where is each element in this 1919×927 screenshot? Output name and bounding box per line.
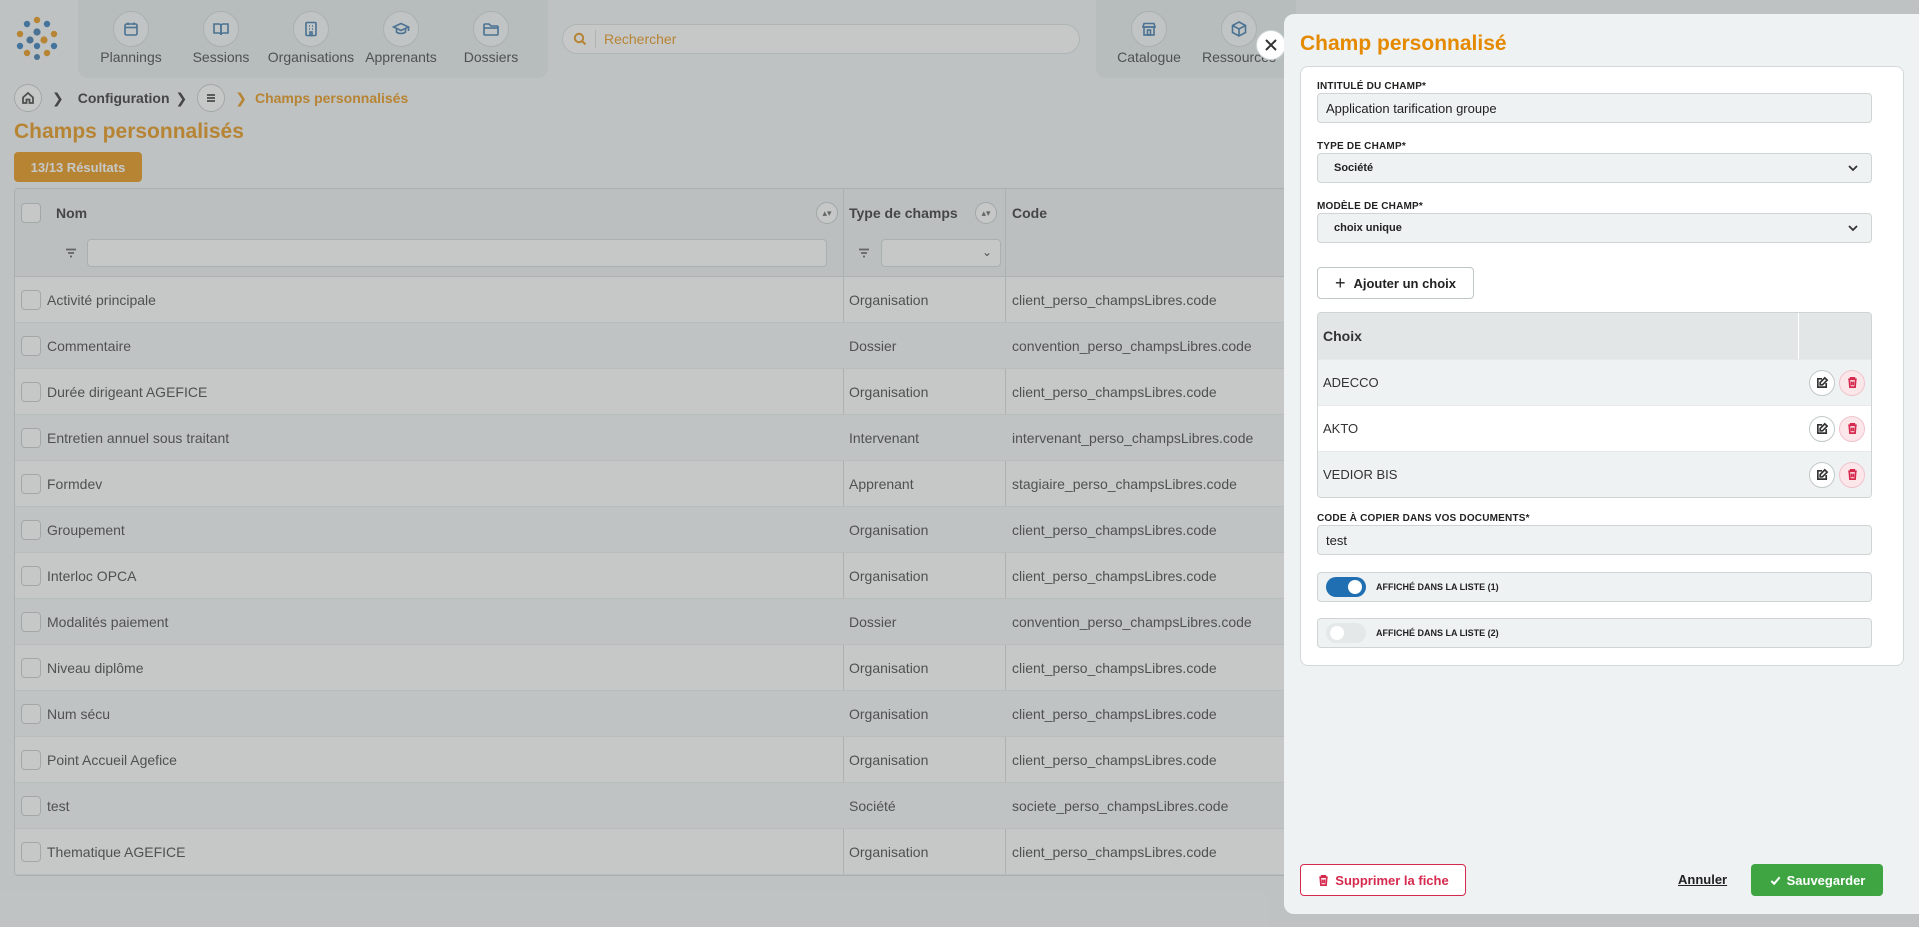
chevron-down-icon (1848, 225, 1858, 232)
delete-choice-button[interactable] (1839, 415, 1865, 442)
edit-icon (1816, 468, 1828, 480)
choice-row: VEDIOR BIS (1318, 451, 1871, 497)
type-select-value: Société (1334, 162, 1374, 174)
trash-icon (1847, 423, 1857, 434)
edit-choice-button[interactable] (1809, 369, 1835, 396)
custom-field-panel: Champ personnalisé INTITULÉ DU CHAMP* Ap… (1284, 14, 1919, 914)
plus-icon: + (1334, 272, 1346, 293)
modele-select[interactable]: choix unique (1317, 213, 1872, 243)
delete-choice-button[interactable] (1839, 369, 1865, 396)
edit-icon (1816, 422, 1828, 434)
edit-choice-button[interactable] (1809, 415, 1835, 442)
panel-title: Champ personnalisé (1300, 32, 1507, 55)
toggle-liste-2[interactable] (1326, 623, 1366, 643)
save-button[interactable]: Sauvegarder (1751, 864, 1883, 896)
modele-select-value: choix unique (1334, 222, 1402, 234)
trash-icon (1319, 874, 1328, 886)
intitule-label: INTITULÉ DU CHAMP* (1317, 81, 1427, 92)
toggle-liste-2-label: AFFICHÉ DANS LA LISTE (2) (1376, 628, 1499, 638)
add-choice-button[interactable]: + Ajouter un choix (1317, 267, 1474, 299)
toggle-row-liste-1: AFFICHÉ DANS LA LISTE (1) (1317, 572, 1872, 602)
choices-header: Choix (1318, 313, 1871, 359)
type-label: TYPE DE CHAMP* (1317, 141, 1406, 152)
trash-icon (1847, 377, 1857, 388)
edit-icon (1816, 376, 1828, 388)
choice-label: VEDIOR BIS (1323, 467, 1398, 482)
edit-choice-button[interactable] (1809, 461, 1835, 488)
chevron-down-icon (1848, 165, 1858, 172)
type-select[interactable]: Société (1317, 153, 1872, 183)
code-input[interactable]: test (1317, 525, 1872, 555)
add-choice-label: Ajouter un choix (1353, 275, 1457, 291)
toggle-row-liste-2: AFFICHÉ DANS LA LISTE (2) (1317, 618, 1872, 648)
panel-footer: Supprimer la fiche Annuler Sauvegarder (1284, 864, 1919, 904)
modele-label: MODÈLE DE CHAMP* (1317, 201, 1423, 212)
close-icon (1265, 39, 1277, 51)
choice-row: AKTO (1318, 405, 1871, 451)
cancel-link[interactable]: Annuler (1678, 872, 1727, 887)
toggle-liste-1[interactable] (1326, 577, 1366, 597)
choice-row: ADECCO (1318, 359, 1871, 405)
close-panel-button[interactable] (1256, 30, 1286, 60)
choices-table: Choix ADECCO AKTO VEDIOR BIS (1317, 312, 1872, 498)
check-icon (1770, 876, 1781, 885)
delete-choice-button[interactable] (1839, 461, 1865, 488)
choice-label: ADECCO (1323, 375, 1379, 390)
intitule-input[interactable]: Application tarification groupe (1317, 93, 1872, 123)
trash-icon (1847, 469, 1857, 480)
toggle-liste-1-label: AFFICHÉ DANS LA LISTE (1) (1376, 582, 1499, 592)
delete-record-button[interactable]: Supprimer la fiche (1300, 864, 1466, 896)
choice-label: AKTO (1323, 421, 1359, 436)
code-label: CODE À COPIER DANS VOS DOCUMENTS* (1317, 513, 1530, 524)
field-form-card: INTITULÉ DU CHAMP* Application tarificat… (1300, 66, 1904, 666)
